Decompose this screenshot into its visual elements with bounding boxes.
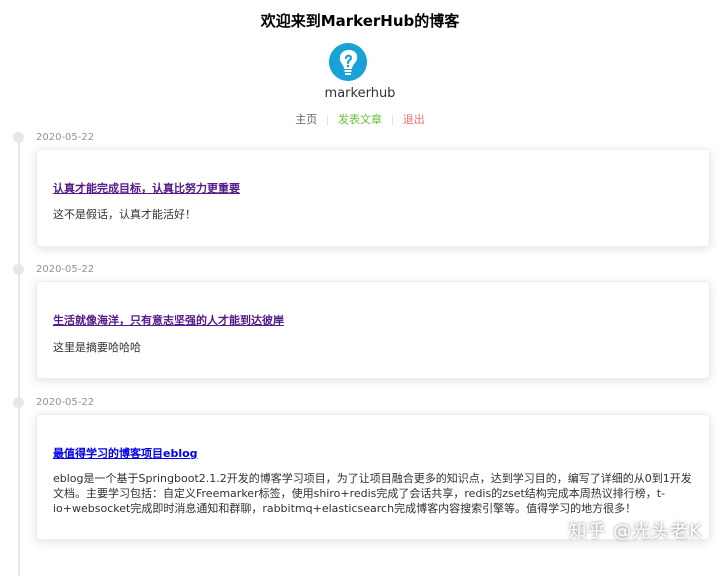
nav-logout-link[interactable]: 退出 <box>403 113 425 126</box>
post-date: 2020-05-22 <box>36 397 95 408</box>
nav-publish-link[interactable]: 发表文章 <box>338 113 382 126</box>
timeline-dot <box>13 132 24 143</box>
watermark: 知乎 @光头老K <box>568 521 702 542</box>
timeline-dot <box>13 264 24 275</box>
nav-separator: | <box>325 113 330 126</box>
timeline-dot <box>13 397 24 408</box>
post-description: eblog是一个基于Springboot2.1.2开发的博客学习项目，为了让项目… <box>53 472 692 515</box>
nav-separator: | <box>390 113 395 126</box>
avatar <box>329 43 367 81</box>
post-date: 2020-05-22 <box>36 132 95 143</box>
nav-home-link[interactable]: 主页 <box>295 113 317 126</box>
post-description: 这里是摘要哈哈哈 <box>53 341 141 354</box>
post-description: 这不是假话，认真才能活好！ <box>53 208 196 221</box>
lightbulb-logo-icon <box>329 43 367 81</box>
post-title-link[interactable]: 生活就像海洋，只有意志坚强的人才能到达彼岸 <box>53 312 284 328</box>
post-card: 认真才能完成目标，认真比努力更重要 这不是假话，认真才能活好！ <box>36 149 710 247</box>
post-date: 2020-05-22 <box>36 264 95 275</box>
site-title: 欢迎来到MarkerHub的博客 <box>260 12 460 30</box>
post-title-link[interactable]: 认真才能完成目标，认真比努力更重要 <box>53 180 240 196</box>
post-card: 生活就像海洋，只有意志坚强的人才能到达彼岸 这里是摘要哈哈哈 <box>36 281 710 379</box>
timeline-line <box>18 136 20 576</box>
username: markerhub <box>324 86 396 101</box>
top-nav: 主页 | 发表文章 | 退出 <box>0 111 720 127</box>
post-title-link[interactable]: 最值得学习的博客项目eblog <box>53 445 198 461</box>
